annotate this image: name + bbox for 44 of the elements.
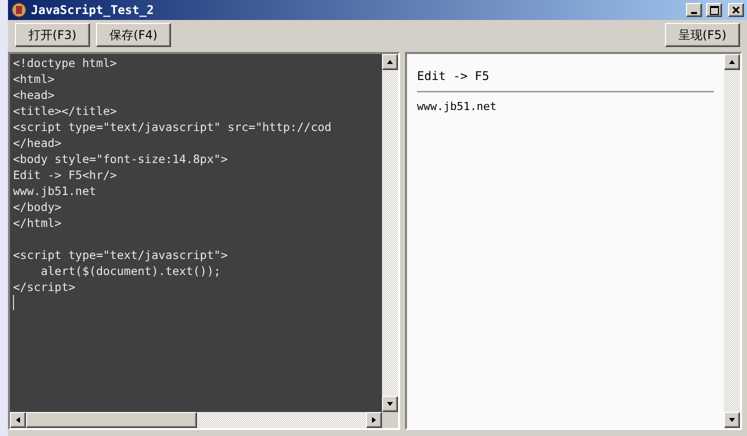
code-line: <script type="text/javascript" src="http://cod (13, 119, 332, 135)
code-line: </body> (13, 199, 62, 215)
scroll-up-button[interactable] (724, 54, 740, 70)
down-arrow-icon (728, 416, 736, 424)
maximize-button[interactable] (706, 3, 722, 17)
code-line: </html> (13, 215, 62, 231)
preview-heading: Edit -> F5 (417, 68, 490, 84)
code-line: <!doctype html> (13, 55, 118, 71)
scroll-right-button[interactable] (366, 412, 382, 428)
text-cursor (13, 295, 14, 310)
close-button[interactable] (728, 3, 744, 17)
window-title: JavaScript_Test_2 (31, 3, 155, 17)
right-arrow-icon (370, 416, 378, 424)
horizontal-scrollbar[interactable] (10, 412, 382, 428)
code-editor[interactable] (8, 52, 400, 430)
code-line: Edit -> F5<hr/> (13, 167, 118, 183)
scroll-left-button[interactable] (10, 412, 26, 428)
preview-text: www.jb51.net (417, 100, 498, 114)
code-line: </head> (13, 135, 62, 151)
code-line: <head> (13, 87, 56, 103)
vertical-scrollbar[interactable] (382, 54, 398, 412)
maximize-icon (710, 6, 718, 14)
minimize-button[interactable] (686, 3, 702, 17)
scroll-down-button[interactable] (382, 396, 398, 412)
close-icon (732, 6, 740, 14)
up-arrow-icon (728, 58, 736, 66)
code-line: <title></title> (13, 103, 118, 119)
up-arrow-icon (386, 58, 394, 66)
code-line: www.jb51.net (13, 183, 98, 199)
scroll-up-button[interactable] (382, 54, 398, 70)
vertical-scrollbar[interactable] (724, 54, 740, 428)
code-line: </script> (13, 279, 76, 295)
code-line: <script type="text/javascript"> (13, 247, 229, 263)
toolbar-button[interactable]: 保存(F4) (96, 23, 171, 47)
code-line: <html> (13, 71, 56, 87)
left-arrow-icon (14, 416, 22, 424)
code-line: alert($(document).text()); (40, 263, 222, 279)
scroll-thumb[interactable] (26, 412, 198, 428)
down-arrow-icon (386, 400, 394, 408)
app-icon (11, 2, 27, 18)
render-button[interactable]: 呈现(F5) (665, 23, 740, 47)
toolbar-button[interactable]: 打开(F3) (15, 23, 90, 47)
code-line: <body style="font-size:14.8px"> (13, 151, 229, 167)
scroll-down-button[interactable] (724, 412, 740, 428)
